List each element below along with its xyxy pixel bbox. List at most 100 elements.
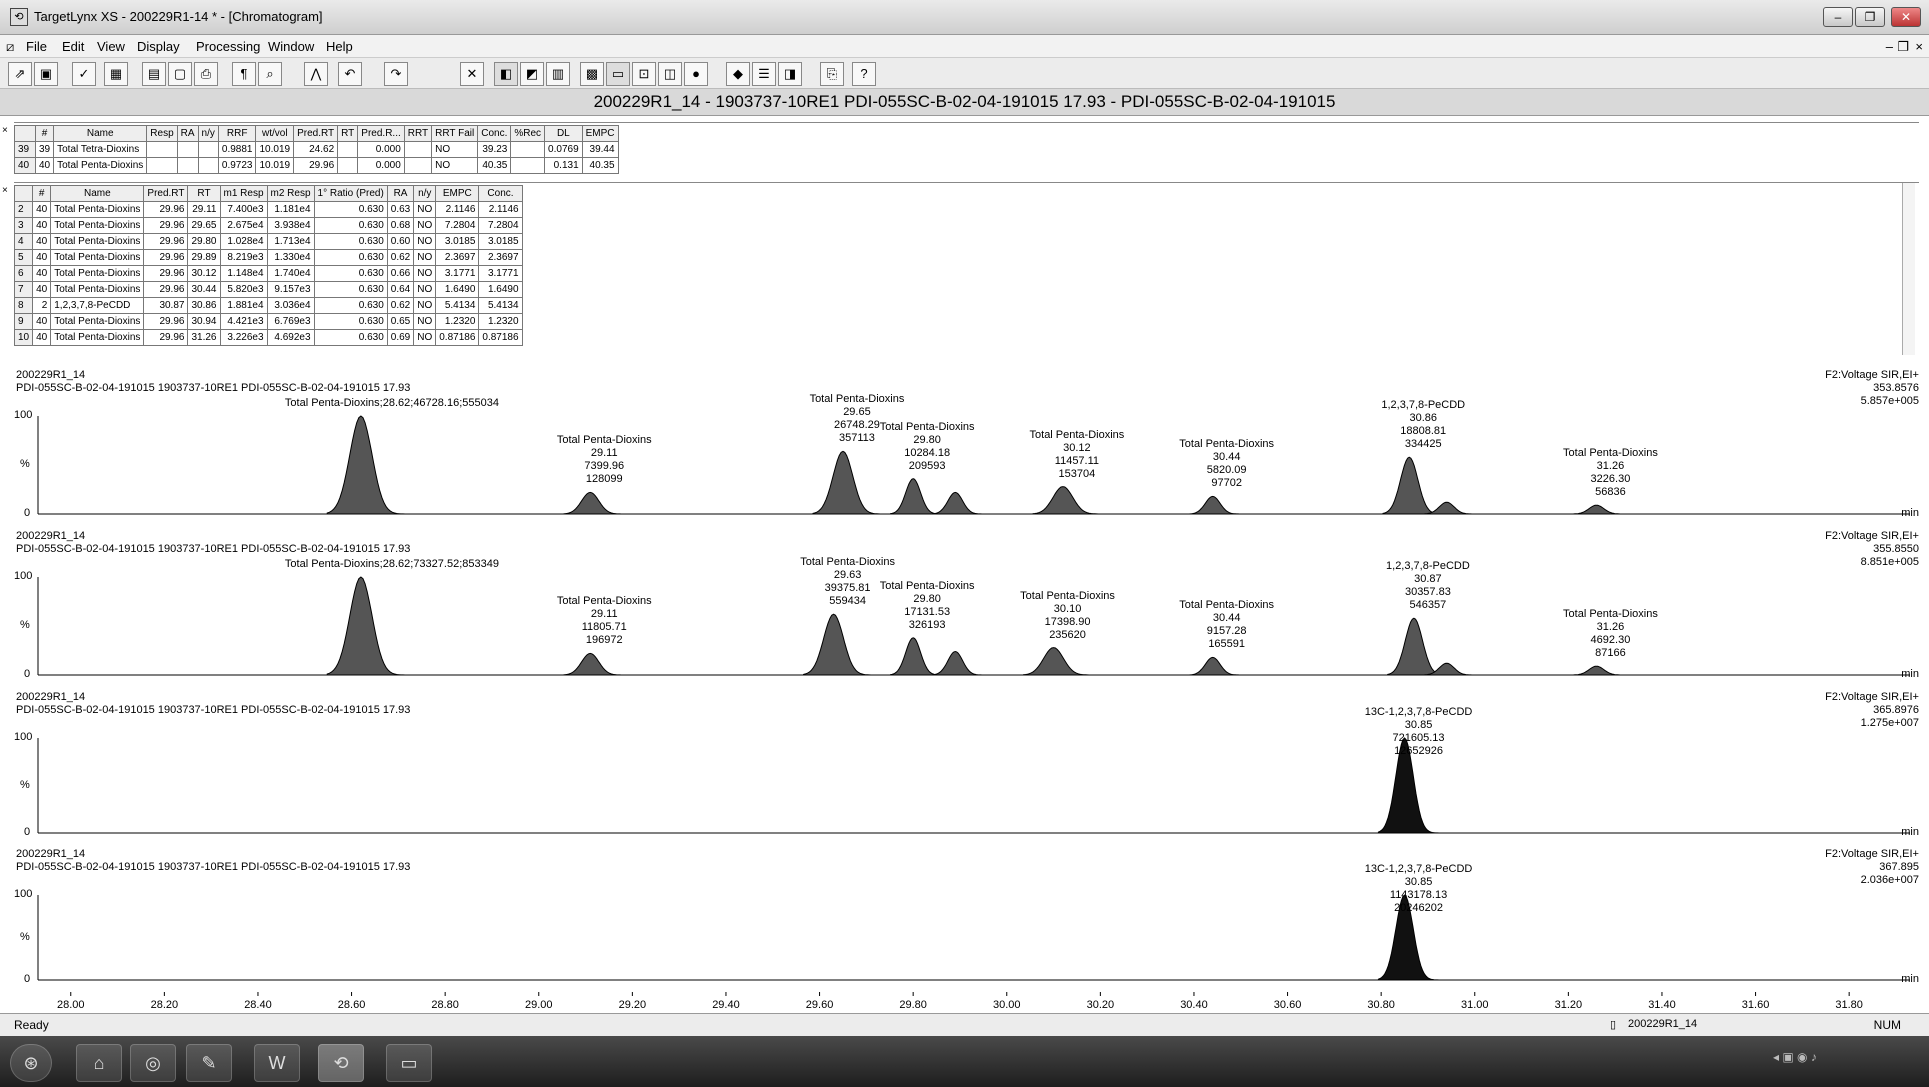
chromatogram-peak[interactable]	[563, 652, 627, 676]
frame-icon[interactable]: ◨	[778, 62, 802, 86]
summary-col-header[interactable]: Conc.	[477, 125, 512, 142]
disk-icon[interactable]: ●	[684, 62, 708, 86]
chromatogram-peak[interactable]	[326, 576, 408, 676]
peak-icon[interactable]: ⋀	[304, 62, 328, 86]
arrow-icon[interactable]: ¶	[232, 62, 256, 86]
summary-col-header[interactable]: Name	[53, 125, 148, 142]
chromatogram-peak[interactable]	[932, 491, 987, 515]
peak-table-scrollbar[interactable]	[1902, 183, 1915, 355]
summary-col-header[interactable]: Pred.RT	[293, 125, 339, 142]
open-icon[interactable]: ⇗	[8, 62, 32, 86]
peak-row[interactable]: 3 40 Total Penta-Dioxins 29.96 29.65 2.675e4 3…	[13, 217, 523, 234]
peak-col-header[interactable]: 1° Ratio (Pred)	[313, 185, 388, 202]
restore-button[interactable]: ❐	[1855, 7, 1885, 27]
summary-col-header[interactable]: RRF	[217, 125, 257, 142]
summary-col-header[interactable]: RRT	[403, 125, 433, 142]
chromatogram-peak[interactable]	[1023, 647, 1095, 676]
redo-icon[interactable]: ↷	[384, 62, 408, 86]
peak-col-header[interactable]: RA	[386, 185, 415, 202]
summary-row[interactable]: 40 40 Total Penta-Dioxins 0.9723 10.019 29.96…	[14, 157, 619, 174]
folder-icon[interactable]: ▭	[386, 1044, 432, 1082]
peak-row[interactable]: 9 40 Total Penta-Dioxins 29.96 30.94 4.421e3 6…	[13, 313, 523, 330]
chromatogram-peak[interactable]	[1573, 665, 1628, 676]
peak-col-header[interactable]: RT	[187, 185, 221, 202]
layout-icon-2[interactable]: ⊡	[632, 62, 656, 86]
print-icon[interactable]: ⎙	[194, 62, 218, 86]
check-icon[interactable]: ✓	[72, 62, 96, 86]
menu-view[interactable]: View	[97, 39, 125, 54]
mdi-minimize-icon[interactable]: –	[1886, 39, 1893, 54]
peak-row[interactable]: 4 40 Total Penta-Dioxins 29.96 29.80 1.028e4 1…	[13, 233, 523, 250]
chromatogram-trace[interactable]: 200229R1_14 PDI-055SC-B-02-04-191015 1903…	[14, 529, 1919, 687]
chromatogram-peak[interactable]	[1189, 495, 1244, 515]
summary-col-header[interactable]: n/y	[197, 125, 219, 142]
peak-col-header[interactable]: Name	[50, 185, 145, 202]
chart-icon[interactable]: ▦	[104, 62, 128, 86]
peak-col-header[interactable]: n/y	[413, 185, 437, 202]
menu-file[interactable]: File	[26, 39, 47, 54]
printer-icon[interactable]: ⎘	[820, 62, 844, 86]
peak-row[interactable]: 10 40 Total Penta-Dioxins 29.96 31.26 3.226e3…	[13, 329, 523, 346]
peak-col-header[interactable]: m2 Resp	[266, 185, 315, 202]
summary-row[interactable]: 39 39 Total Tetra-Dioxins 0.9881 10.019 24.62…	[14, 141, 619, 158]
chromatogram-trace[interactable]: 200229R1_14 PDI-055SC-B-02-04-191015 1903…	[14, 690, 1919, 845]
peak-col-header[interactable]: m1 Resp	[219, 185, 268, 202]
chromatogram-peak[interactable]	[326, 415, 408, 515]
minimize-button[interactable]: –	[1823, 7, 1853, 27]
summary-col-header[interactable]: RT	[337, 125, 359, 142]
summary-col-header[interactable]: RRT Fail	[431, 125, 479, 142]
help-icon[interactable]: ?	[852, 62, 876, 86]
menu-help[interactable]: Help	[326, 39, 353, 54]
chromatogram-peak[interactable]	[563, 491, 627, 515]
app-icon[interactable]: ✎	[186, 1044, 232, 1082]
cross-icon[interactable]: ✕	[460, 62, 484, 86]
chromatogram-peak[interactable]	[1189, 656, 1244, 676]
peak-row[interactable]: 5 40 Total Penta-Dioxins 29.96 29.89 8.219e3 1…	[13, 249, 523, 266]
undo-icon[interactable]: ↶	[338, 62, 362, 86]
summary-col-header[interactable]: %Rec	[510, 125, 546, 142]
peak-col-header[interactable]: Pred.RT	[143, 185, 189, 202]
split-icon[interactable]: ☰	[752, 62, 776, 86]
record-icon[interactable]: ◆	[726, 62, 750, 86]
zoom-icon[interactable]: ⌕	[258, 62, 282, 86]
summary-col-header[interactable]: DL	[544, 125, 583, 142]
peak-row[interactable]: 6 40 Total Penta-Dioxins 29.96 30.12 1.148e4 1…	[13, 265, 523, 282]
chromatogram-peak[interactable]	[1423, 501, 1478, 515]
summary-col-header[interactable]: RA	[176, 125, 199, 142]
peak-col-header[interactable]: EMPC	[435, 185, 480, 202]
table-icon[interactable]: ▤	[142, 62, 166, 86]
view-icon-3[interactable]: ▥	[546, 62, 570, 86]
menu-processing[interactable]: Processing	[196, 39, 260, 54]
targetlynx-icon[interactable]: ⟲	[318, 1044, 364, 1082]
explorer-icon[interactable]: ⌂	[76, 1044, 122, 1082]
chromatogram-peak[interactable]	[890, 637, 945, 676]
chromatogram-trace[interactable]: 200229R1_14 PDI-055SC-B-02-04-191015 1903…	[14, 368, 1919, 526]
mdi-close-icon[interactable]: ×	[1915, 39, 1923, 54]
panel-close-icon[interactable]: ×	[2, 125, 8, 136]
summary-col-header[interactable]: #	[34, 125, 55, 142]
media-icon[interactable]: ◎	[130, 1044, 176, 1082]
peak-col-header[interactable]: Conc.	[478, 185, 523, 202]
word-icon[interactable]: W	[254, 1044, 300, 1082]
mdi-restore-icon[interactable]: ❐	[1897, 39, 1909, 55]
close-button[interactable]: ✕	[1891, 7, 1921, 27]
save-icon[interactable]: ▣	[34, 62, 58, 86]
chromatogram-peak[interactable]	[1573, 504, 1628, 515]
summary-col-header[interactable]: wt/vol	[255, 125, 295, 142]
peak-row[interactable]: 2 40 Total Penta-Dioxins 29.96 29.11 7.400e3 1…	[13, 201, 523, 218]
menu-edit[interactable]: Edit	[62, 39, 84, 54]
menu-display[interactable]: Display	[137, 39, 180, 54]
chromatogram-peak[interactable]	[1032, 486, 1105, 515]
summary-col-header[interactable]: Pred.R...	[357, 125, 405, 142]
layout-icon-3[interactable]: ◫	[658, 62, 682, 86]
chromatogram-peak[interactable]	[932, 650, 987, 676]
menu-window[interactable]: Window	[268, 39, 314, 54]
view-icon[interactable]: ◧	[494, 62, 518, 86]
report-icon[interactable]: ▢	[168, 62, 192, 86]
summary-col-header[interactable]: Resp	[146, 125, 178, 142]
view-icon-2[interactable]: ◩	[520, 62, 544, 86]
chromatogram-peak[interactable]	[890, 478, 945, 515]
system-tray[interactable]: ◂ ▣ ◉ ♪	[1773, 1050, 1893, 1074]
peak-row[interactable]: 7 40 Total Penta-Dioxins 29.96 30.44 5.820e3 9…	[13, 281, 523, 298]
peak-row[interactable]: 8 2 1,2,3,7,8-PeCDD 30.87 30.86 1.881e4 3.036e…	[13, 297, 523, 314]
